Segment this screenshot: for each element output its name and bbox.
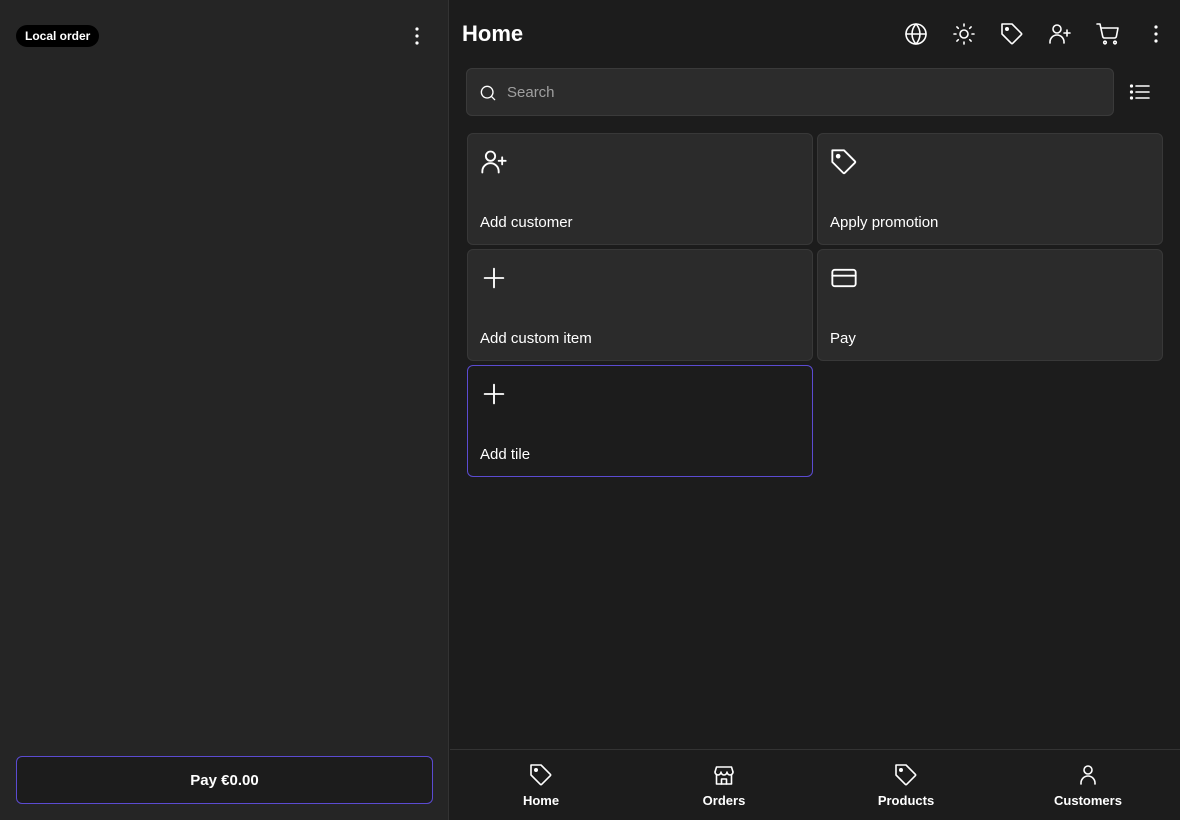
nav-item-products[interactable]: Products <box>836 750 976 820</box>
search-icon <box>478 83 498 103</box>
tag-icon[interactable] <box>1000 22 1024 46</box>
globe-icon[interactable] <box>904 22 928 46</box>
tile-pay[interactable]: Pay <box>817 249 1163 361</box>
order-panel: Local order Pay €0.00 <box>0 0 449 820</box>
user-plus-icon[interactable] <box>1048 22 1072 46</box>
pay-order-button[interactable]: Pay €0.00 <box>16 756 433 804</box>
user-icon <box>1076 763 1100 787</box>
tile-add-custom-item[interactable]: Add custom item <box>467 249 813 361</box>
tag-icon <box>529 763 553 787</box>
list-icon[interactable] <box>1128 80 1152 104</box>
nav-label: Home <box>522 793 560 808</box>
nav-item-customers[interactable]: Customers <box>1018 750 1158 820</box>
tile-label: Add tile <box>480 446 531 463</box>
tile-apply-promotion[interactable]: Apply promotion <box>817 133 1163 245</box>
plus-icon <box>480 380 508 408</box>
tile-label: Add custom item <box>480 330 592 347</box>
page-title: Home <box>462 21 524 46</box>
tile-label: Add customer <box>480 214 573 231</box>
store-icon <box>712 763 736 787</box>
nav-label: Orders <box>702 793 746 808</box>
main-panel: Home Search Add customer Apply promotion… <box>450 0 1180 820</box>
nav-label: Products <box>877 793 935 808</box>
sun-icon[interactable] <box>952 22 976 46</box>
search-input[interactable] <box>507 69 1107 115</box>
nav-item-orders[interactable]: Orders <box>654 750 794 820</box>
nav-item-home[interactable]: Home <box>471 750 611 820</box>
tile-add-tile[interactable]: Add tile <box>467 365 813 477</box>
search-bar <box>466 68 1114 116</box>
tile-label: Apply promotion <box>830 214 939 231</box>
tag-icon <box>830 148 858 176</box>
cart-icon[interactable] <box>1096 22 1120 46</box>
more-vertical-icon[interactable] <box>405 24 429 48</box>
more-vertical-icon[interactable] <box>1144 22 1168 46</box>
nav-label: Customers <box>1054 793 1122 808</box>
tag-icon <box>894 763 918 787</box>
bottom-nav: Home Orders Products Customers <box>450 749 1180 820</box>
tile-label: Pay <box>830 330 856 347</box>
plus-icon <box>480 264 508 292</box>
credit-card-icon <box>830 264 858 292</box>
user-plus-icon <box>480 148 508 176</box>
tile-add-customer[interactable]: Add customer <box>467 133 813 245</box>
order-type-badge: Local order <box>16 25 100 47</box>
